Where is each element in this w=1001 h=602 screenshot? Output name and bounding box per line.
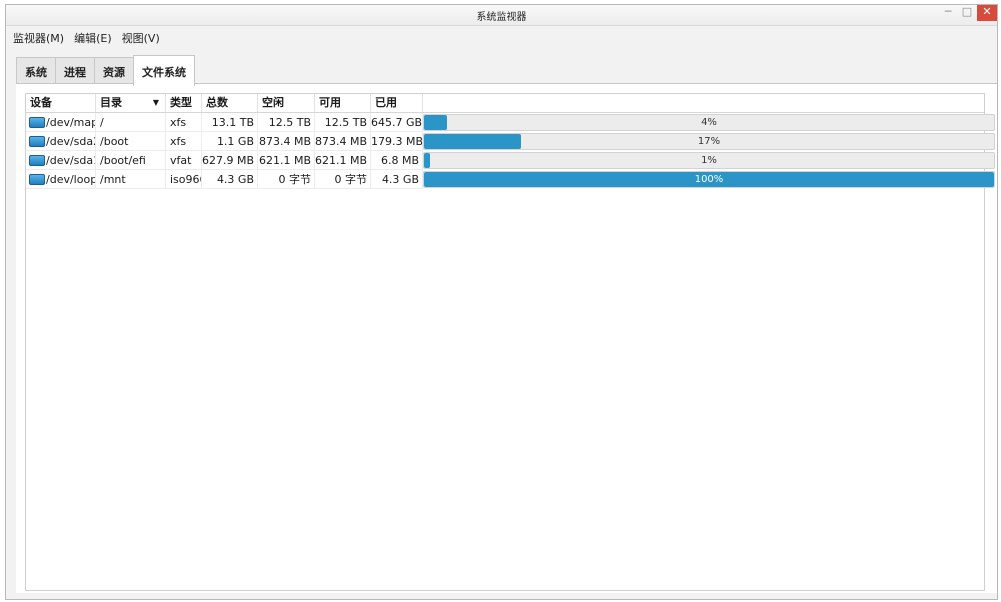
table-row[interactable]: /dev/sda1/boot/efi vfat 627.9 MB 621.1 MB 62… <box>26 151 995 170</box>
type-cell: vfat <box>166 151 202 170</box>
free-cell: 873.4 MB <box>258 132 315 151</box>
tab-bar: 系统 进程 资源 文件系统 <box>16 55 195 86</box>
usage-percent-label: 17% <box>697 136 721 147</box>
usage-bar: 17% <box>423 133 995 150</box>
tab-system[interactable]: 系统 <box>16 57 56 84</box>
drive-icon <box>29 136 45 147</box>
table-row[interactable]: /dev/loop/mntiso9664.3 GB0 字节0 字节4.3 GB1… <box>26 170 995 189</box>
total-cell: 13.1 TB <box>202 113 258 132</box>
used-cell: 6.8 MB <box>371 151 423 170</box>
device-name: /dev/loop <box>46 173 96 186</box>
device-cell: /dev/sda1 <box>26 151 96 170</box>
tab-resources[interactable]: 资源 <box>94 57 134 84</box>
available-cell: 12.5 TB <box>315 113 371 132</box>
free-cell: 0 字节 <box>258 170 315 189</box>
device-name: /dev/sda2 <box>46 135 96 148</box>
total-cell: 1.1 GB <box>202 132 258 151</box>
usage-bar: 100% <box>423 171 995 188</box>
device-cell: /dev/map <box>26 113 96 132</box>
device-cell: /dev/loop <box>26 170 96 189</box>
free-cell: 621.1 MB <box>258 151 315 170</box>
maximize-button[interactable]: □ <box>958 5 976 21</box>
column-header-used[interactable]: 已用 <box>371 94 423 112</box>
used-cell: 179.3 MB <box>371 132 423 151</box>
used-cell: 4.3 GB <box>371 170 423 189</box>
available-cell: 621.1 MB <box>315 151 371 170</box>
tab-filesystems[interactable]: 文件系统 <box>133 55 195 86</box>
column-header-type[interactable]: 类型 <box>166 94 202 112</box>
close-button[interactable]: ✕ <box>977 5 997 21</box>
table-row[interactable]: /dev/sda2/boot xfs 1.1 GB 873.4 MB 873.4 MB 1… <box>26 132 995 151</box>
filesystems-table: 设备 目录 ▼ 类型 总数 空闲 可用 已用 /dev/map / xfs 13.1 T… <box>25 93 995 591</box>
column-header-usage-bar[interactable] <box>423 94 984 112</box>
directory-cell: /boot <box>96 132 166 151</box>
window-title: 系统监视器 <box>476 12 527 23</box>
device-name: /dev/sda1 <box>46 154 96 167</box>
menu-edit[interactable]: 编辑(E) <box>71 27 115 47</box>
table-header: 设备 目录 ▼ 类型 总数 空闲 可用 已用 <box>26 94 984 113</box>
drive-icon <box>29 117 45 128</box>
filesystems-panel: 设备 目录 ▼ 类型 总数 空闲 可用 已用 /dev/map / xfs 13.1 T… <box>16 83 997 593</box>
column-header-directory[interactable]: 目录 ▼ <box>96 94 166 112</box>
type-cell: iso966 <box>166 170 202 189</box>
used-cell: 645.7 GB <box>371 113 423 132</box>
available-cell: 0 字节 <box>315 170 371 189</box>
directory-cell: /boot/efi <box>96 151 166 170</box>
menu-monitor[interactable]: 监视器(M) <box>10 27 67 47</box>
type-cell: xfs <box>166 132 202 151</box>
title-bar: 系统监视器 ─ □ ✕ <box>6 5 997 26</box>
column-header-available[interactable]: 可用 <box>315 94 371 112</box>
total-cell: 627.9 MB <box>202 151 258 170</box>
menu-view[interactable]: 视图(V) <box>119 27 163 47</box>
table-row[interactable]: /dev/map / xfs 13.1 TB 12.5 TB 12.5 TB 645.7 G… <box>26 113 995 132</box>
drive-icon <box>29 174 45 185</box>
usage-percent-label: 4% <box>701 117 717 128</box>
directory-cell: / <box>96 113 166 132</box>
usage-bar: 4% <box>423 114 995 131</box>
tab-processes[interactable]: 进程 <box>55 57 95 84</box>
directory-cell: /mnt <box>96 170 166 189</box>
menu-bar: 监视器(M) 编辑(E) 视图(V) <box>6 27 997 47</box>
column-header-device[interactable]: 设备 <box>26 94 96 112</box>
drive-icon <box>29 155 45 166</box>
device-cell: /dev/sda2 <box>26 132 96 151</box>
usage-percent-label: 100% <box>694 174 724 185</box>
available-cell: 873.4 MB <box>315 132 371 151</box>
minimize-button[interactable]: ─ <box>939 5 957 21</box>
total-cell: 4.3 GB <box>202 170 258 189</box>
free-cell: 12.5 TB <box>258 113 315 132</box>
column-header-total[interactable]: 总数 <box>202 94 258 112</box>
type-cell: xfs <box>166 113 202 132</box>
column-header-directory-label: 目录 <box>100 96 122 109</box>
usage-bar: 1% <box>423 152 995 169</box>
sort-descending-icon: ▼ <box>152 98 159 107</box>
usage-percent-label: 1% <box>701 155 717 166</box>
system-monitor-window: 系统监视器 ─ □ ✕ 监视器(M) 编辑(E) 视图(V) 系统 进程 资源 … <box>5 4 998 600</box>
device-name: /dev/map <box>46 116 96 129</box>
column-header-free[interactable]: 空闲 <box>258 94 315 112</box>
